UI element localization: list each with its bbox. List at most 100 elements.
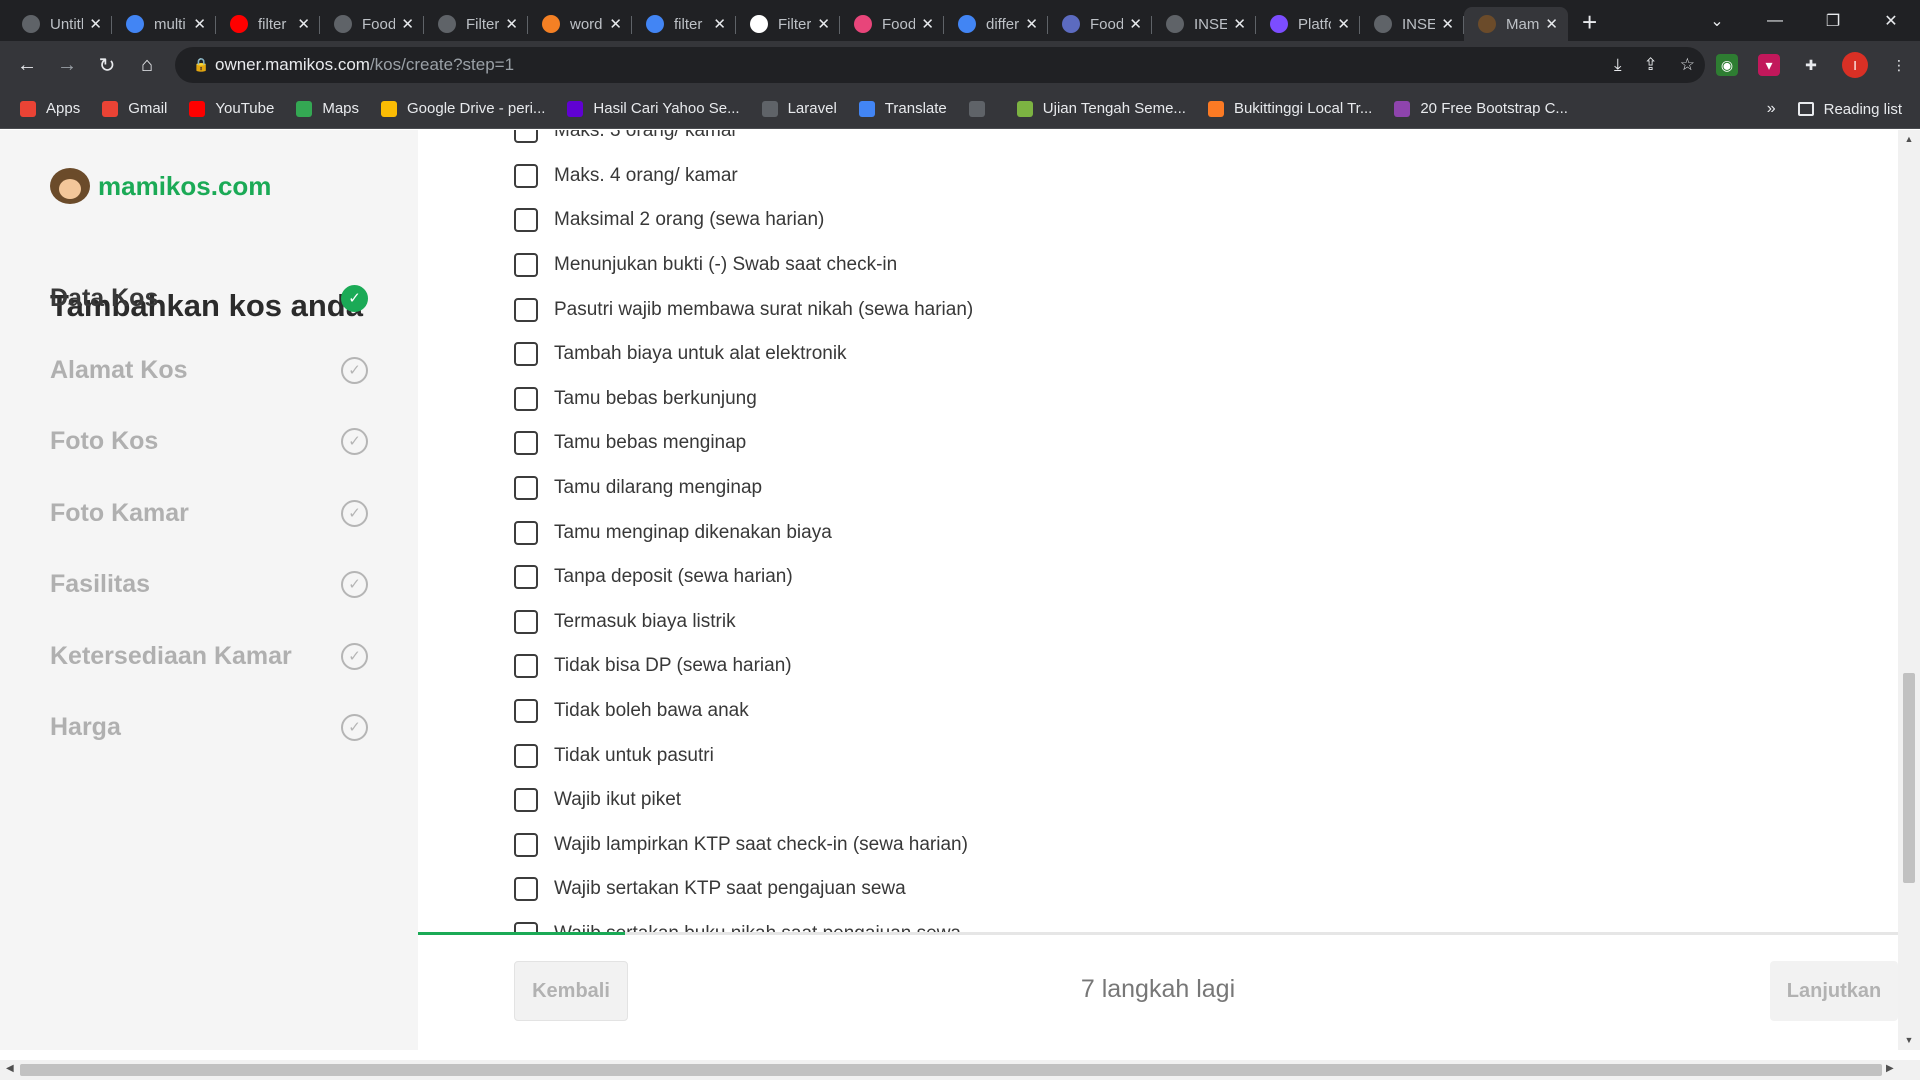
step-item[interactable]: Foto Kos ✓ <box>50 421 368 461</box>
close-tab-icon[interactable]: ✕ <box>1233 15 1246 33</box>
next-button[interactable]: Lanjutkan <box>1770 961 1898 1021</box>
checkbox[interactable] <box>514 699 538 724</box>
bookmark-item[interactable]: Google Drive - peri... <box>381 100 545 117</box>
browser-tab[interactable]: INSERT ✕ <box>1152 7 1256 41</box>
checkbox[interactable] <box>514 476 538 501</box>
rule-checkbox-row[interactable]: Tamu bebas menginap <box>514 421 973 466</box>
checkbox[interactable] <box>514 130 538 144</box>
home-icon[interactable]: ⌂ <box>127 45 167 85</box>
bookmark-item[interactable]: Hasil Cari Yahoo Se... <box>567 100 740 117</box>
close-tab-icon[interactable]: ✕ <box>1025 15 1038 33</box>
logo[interactable]: mamikos.com <box>50 168 271 204</box>
browser-tab[interactable]: Filter ✕ <box>424 7 528 41</box>
step-item[interactable]: Alamat Kos ✓ <box>50 350 368 390</box>
checkbox[interactable] <box>514 520 538 545</box>
checkbox[interactable] <box>514 832 538 857</box>
bookmark-item[interactable]: Translate <box>858 100 947 117</box>
scroll-right-icon[interactable]: ▶ <box>1886 1063 1894 1074</box>
reading-list-button[interactable]: Reading list <box>1824 101 1902 118</box>
rule-checkbox-row[interactable]: Tidak bisa DP (sewa harian) <box>514 644 973 689</box>
scroll-up-icon[interactable]: ▲ <box>1898 134 1920 144</box>
checkbox[interactable] <box>514 297 538 322</box>
browser-tab[interactable]: filter ✕ <box>216 7 320 41</box>
restore-button[interactable]: ❐ <box>1804 11 1862 31</box>
rule-checkbox-row[interactable]: Tanpa deposit (sewa harian) <box>514 555 973 600</box>
share-icon[interactable]: ⇪ <box>1644 55 1658 75</box>
close-tab-icon[interactable]: ✕ <box>817 15 830 33</box>
puzzle-extensions-icon[interactable]: ✚ <box>1800 54 1822 76</box>
new-tab-button[interactable]: + <box>1582 7 1597 38</box>
close-tab-icon[interactable]: ✕ <box>297 15 310 33</box>
checkbox[interactable] <box>514 654 538 679</box>
close-tab-icon[interactable]: ✕ <box>1337 15 1350 33</box>
rule-checkbox-row[interactable]: Tidak boleh bawa anak <box>514 689 973 734</box>
vertical-scrollbar[interactable]: ▲ ▼ <box>1898 130 1920 1050</box>
tab-search-icon[interactable]: ⌄ <box>1688 11 1746 31</box>
bookmark-item[interactable]: Ujian Tengah Seme... <box>1016 100 1186 117</box>
reload-icon[interactable]: ↻ <box>87 45 127 85</box>
checkbox[interactable] <box>514 877 538 902</box>
step-item[interactable]: Ketersediaan Kamar ✓ <box>50 636 368 676</box>
rule-checkbox-row[interactable]: Tamu menginap dikenakan biaya <box>514 510 973 555</box>
close-tab-icon[interactable]: ✕ <box>1545 15 1558 33</box>
close-tab-icon[interactable]: ✕ <box>609 15 622 33</box>
browser-tab[interactable]: different ✕ <box>944 7 1048 41</box>
close-tab-icon[interactable]: ✕ <box>505 15 518 33</box>
browser-tab[interactable]: filter ✕ <box>632 7 736 41</box>
scroll-left-icon[interactable]: ◀ <box>6 1063 14 1074</box>
rule-checkbox-row[interactable]: Maks. 4 orang/ kamar <box>514 154 973 199</box>
browser-tab[interactable]: INSERT ✕ <box>1360 7 1464 41</box>
bookmarks-overflow-icon[interactable]: » <box>1767 100 1776 118</box>
checkbox[interactable] <box>514 208 538 233</box>
browser-tab[interactable]: Filter ✕ <box>736 7 840 41</box>
menu-kebab-icon[interactable]: ⋮ <box>1888 54 1910 76</box>
close-tab-icon[interactable]: ✕ <box>921 15 934 33</box>
rule-checkbox-row[interactable]: Wajib ikut piket <box>514 778 973 823</box>
horizontal-scrollbar[interactable]: ◀ ▶ <box>0 1060 1920 1080</box>
step-item[interactable]: Data Kos ✓ <box>50 278 368 318</box>
bookmark-item[interactable]: 20 Free Bootstrap C... <box>1394 100 1568 117</box>
checkbox[interactable] <box>514 342 538 367</box>
close-tab-icon[interactable]: ✕ <box>193 15 206 33</box>
lock-icon[interactable]: 🔒 <box>193 57 215 73</box>
checkbox[interactable] <box>514 431 538 456</box>
close-tab-icon[interactable]: ✕ <box>713 15 726 33</box>
back-arrow-icon[interactable]: ← <box>7 45 47 85</box>
browser-tab[interactable]: words ✕ <box>528 7 632 41</box>
browser-tab[interactable]: multi ✕ <box>112 7 216 41</box>
browser-tab[interactable]: Food ✕ <box>320 7 424 41</box>
address-bar[interactable]: 🔒 owner.mamikos.com/kos/create?step=1 ⤓ … <box>175 47 1705 83</box>
close-tab-icon[interactable]: ✕ <box>401 15 414 33</box>
step-item[interactable]: Foto Kamar ✓ <box>50 493 368 533</box>
rule-checkbox-row[interactable]: Tambah biaya untuk alat elektronik <box>514 332 973 377</box>
step-item[interactable]: Fasilitas ✓ <box>50 564 368 604</box>
forward-arrow-icon[interactable]: → <box>47 45 87 85</box>
rule-checkbox-row[interactable]: Wajib sertakan KTP saat pengajuan sewa <box>514 867 973 912</box>
rule-checkbox-row[interactable]: Tamu dilarang menginap <box>514 466 973 511</box>
checkbox[interactable] <box>514 253 538 278</box>
bookmark-item[interactable]: Gmail <box>102 100 167 117</box>
rule-checkbox-row[interactable]: Termasuk biaya listrik <box>514 600 973 645</box>
browser-tab[interactable]: Untitled ✕ <box>8 7 112 41</box>
close-tab-icon[interactable]: ✕ <box>1441 15 1454 33</box>
close-tab-icon[interactable]: ✕ <box>89 15 102 33</box>
minimize-button[interactable]: — <box>1746 12 1804 30</box>
scroll-down-icon[interactable]: ▼ <box>1898 1035 1920 1045</box>
rule-checkbox-row[interactable]: Maks. 3 orang/ kamar <box>514 130 973 154</box>
rule-checkbox-row[interactable]: Tidak untuk pasutri <box>514 733 973 778</box>
browser-tab[interactable]: Food ✕ <box>1048 7 1152 41</box>
rule-checkbox-row[interactable]: Tamu bebas berkunjung <box>514 377 973 422</box>
extension-globe-icon[interactable]: ◉ <box>1716 54 1738 76</box>
bookmark-item[interactable]: Apps <box>20 100 80 117</box>
bookmark-item[interactable]: Bukittinggi Local Tr... <box>1207 100 1372 117</box>
step-item[interactable]: Harga ✓ <box>50 707 368 747</box>
bookmark-item[interactable]: Maps <box>296 100 359 117</box>
extension-pocket-icon[interactable]: ▾ <box>1758 54 1780 76</box>
rule-checkbox-row[interactable]: Wajib sertakan buku nikah saat pengajuan… <box>514 912 973 934</box>
install-app-icon[interactable]: ⤓ <box>1614 55 1622 75</box>
bookmark-item[interactable]: Laravel <box>761 100 837 117</box>
rule-checkbox-row[interactable]: Pasutri wajib membawa surat nikah (sewa … <box>514 287 973 332</box>
bookmark-item[interactable] <box>968 100 995 117</box>
browser-tab[interactable]: Mamikos ✕ <box>1464 7 1568 41</box>
browser-tab[interactable]: Platform ✕ <box>1256 7 1360 41</box>
